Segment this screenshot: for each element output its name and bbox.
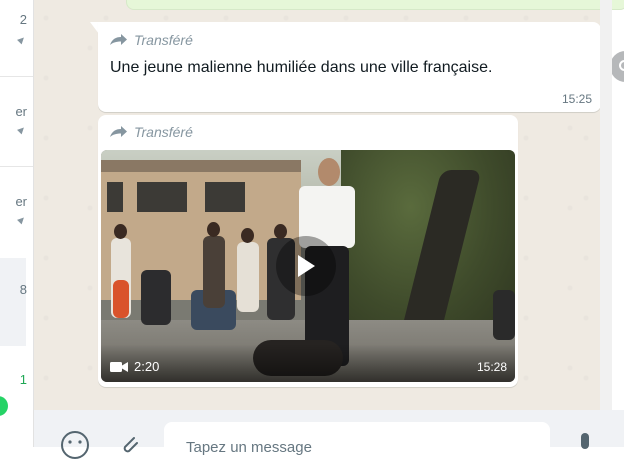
video-scene-head: [274, 224, 287, 239]
video-scene-person: [237, 242, 259, 312]
video-scene-man-head: [318, 158, 340, 186]
video-camera-icon: [110, 361, 128, 373]
pin-icon: ▲: [13, 122, 29, 138]
divider: [0, 76, 33, 77]
video-scene-window: [107, 182, 123, 212]
play-button[interactable]: [276, 236, 336, 296]
chat-list-item[interactable]: er ▲: [0, 100, 33, 160]
mic-icon[interactable]: [577, 432, 593, 458]
video-scene-person: [113, 280, 129, 318]
search-icon: [618, 59, 624, 75]
previous-message-bubble: [126, 0, 624, 10]
video-scene-head: [241, 228, 254, 243]
attach-icon[interactable]: [116, 432, 142, 458]
chat-time: 1: [20, 372, 27, 387]
message-time: 15:28: [477, 360, 507, 374]
video-scene-window: [205, 182, 245, 212]
play-icon: [295, 253, 317, 279]
message-time: 15:25: [562, 92, 592, 106]
chat-list-item[interactable]: 2 ▲: [0, 10, 33, 70]
chat-list-item[interactable]: er ▲: [0, 190, 33, 250]
forwarded-indicator: Transféré: [108, 32, 193, 48]
forwarded-indicator: Transféré: [108, 124, 193, 140]
scrollbar[interactable]: [600, 0, 612, 410]
conversation-pane[interactable]: Transféré Une jeune malienne humiliée da…: [34, 0, 612, 410]
search-message-button[interactable]: [610, 51, 624, 82]
message-composer[interactable]: [164, 422, 550, 462]
message-input[interactable]: [184, 438, 528, 457]
video-duration-text: 2:20: [134, 359, 159, 374]
emoji-icon[interactable]: [60, 430, 90, 460]
video-scene-head: [207, 222, 220, 237]
video-scene-person: [141, 270, 171, 325]
forward-arrow-icon: [108, 125, 128, 139]
message-text: Une jeune malienne humiliée dans une vil…: [110, 59, 492, 77]
video-duration: 2:20: [110, 359, 159, 374]
forwarded-label: Transféré: [134, 124, 193, 140]
message-bubble[interactable]: Transféré: [98, 115, 518, 387]
video-scene-person: [493, 290, 515, 340]
chat-list-item[interactable]: 8: [0, 280, 33, 320]
video-scene-window: [137, 182, 187, 212]
divider: [0, 166, 33, 167]
chat-time: 2: [20, 12, 27, 27]
video-overlay-gradient: [101, 344, 515, 382]
message-bubble[interactable]: Transféré Une jeune malienne humiliée da…: [98, 22, 601, 112]
forward-arrow-icon: [108, 33, 128, 47]
video-scene-head: [114, 224, 127, 239]
video-scene-roof: [101, 160, 301, 172]
video-thumbnail[interactable]: 2:20 15:28: [101, 150, 515, 382]
chat-time: 8: [20, 282, 27, 297]
chat-list: 2 ▲ er ▲ er ▲ 8 1: [0, 0, 34, 447]
pin-icon: ▲: [13, 32, 29, 48]
chat-time: er: [15, 104, 27, 119]
forwarded-label: Transféré: [134, 32, 193, 48]
chat-time: er: [15, 194, 27, 209]
composer-bar: [34, 410, 624, 447]
video-scene-person: [203, 236, 225, 308]
pin-icon: ▲: [13, 212, 29, 228]
